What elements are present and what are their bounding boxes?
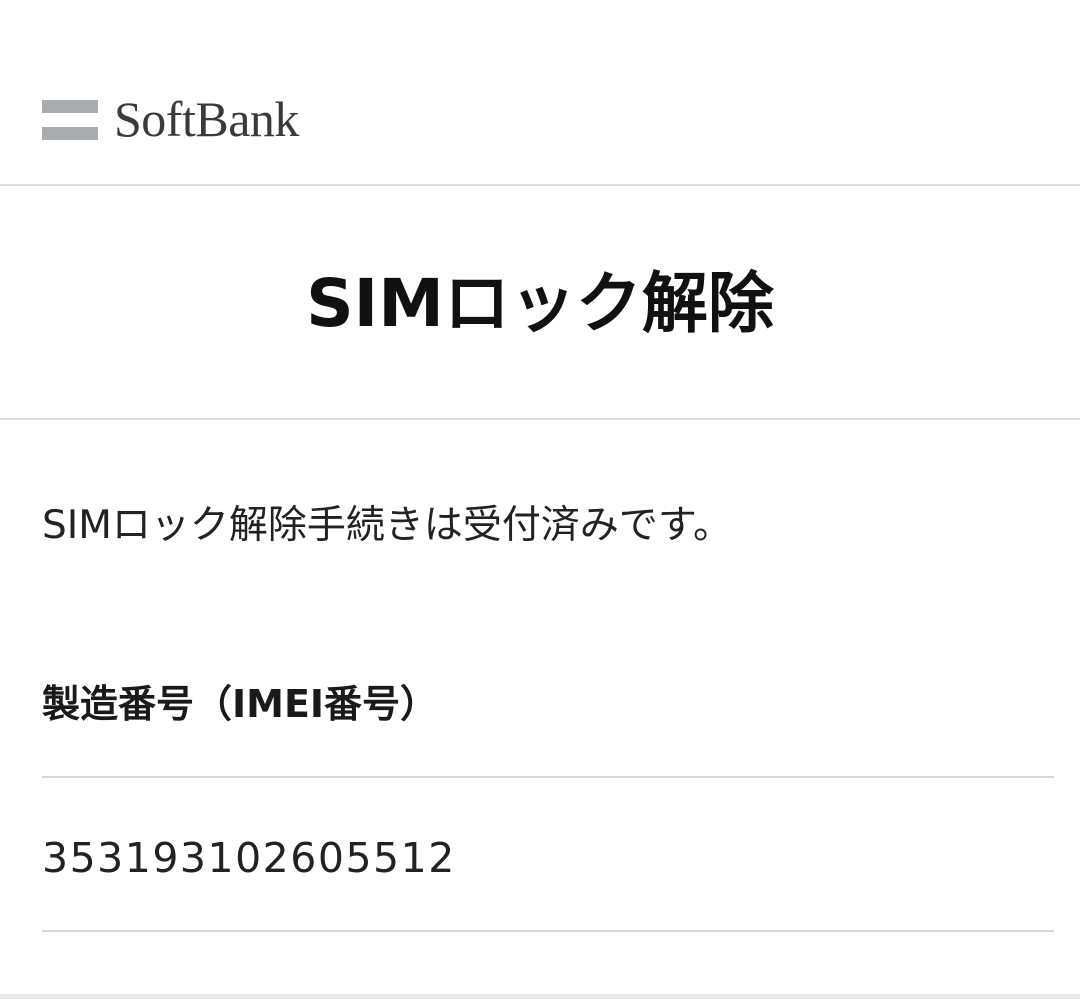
imei-value: 353193102605512 xyxy=(42,834,456,882)
header-divider xyxy=(0,184,1080,186)
softbank-logo-icon xyxy=(42,98,98,140)
bottom-edge xyxy=(0,994,1080,999)
header: SoftBank xyxy=(0,0,1080,184)
page-title: SIMロック解除 xyxy=(306,265,774,342)
logo-bar-top xyxy=(42,100,98,113)
imei-label-divider xyxy=(42,776,1054,778)
logo-bar-bottom xyxy=(42,127,98,140)
status-message: SIMロック解除手続きは受付済みです。 xyxy=(42,503,733,548)
imei-value-divider xyxy=(42,930,1054,932)
imei-label: 製造番号（IMEI番号） xyxy=(42,682,439,726)
logo-text: SoftBank xyxy=(114,91,299,147)
title-divider xyxy=(0,418,1080,420)
softbank-logo[interactable]: SoftBank xyxy=(42,94,299,144)
